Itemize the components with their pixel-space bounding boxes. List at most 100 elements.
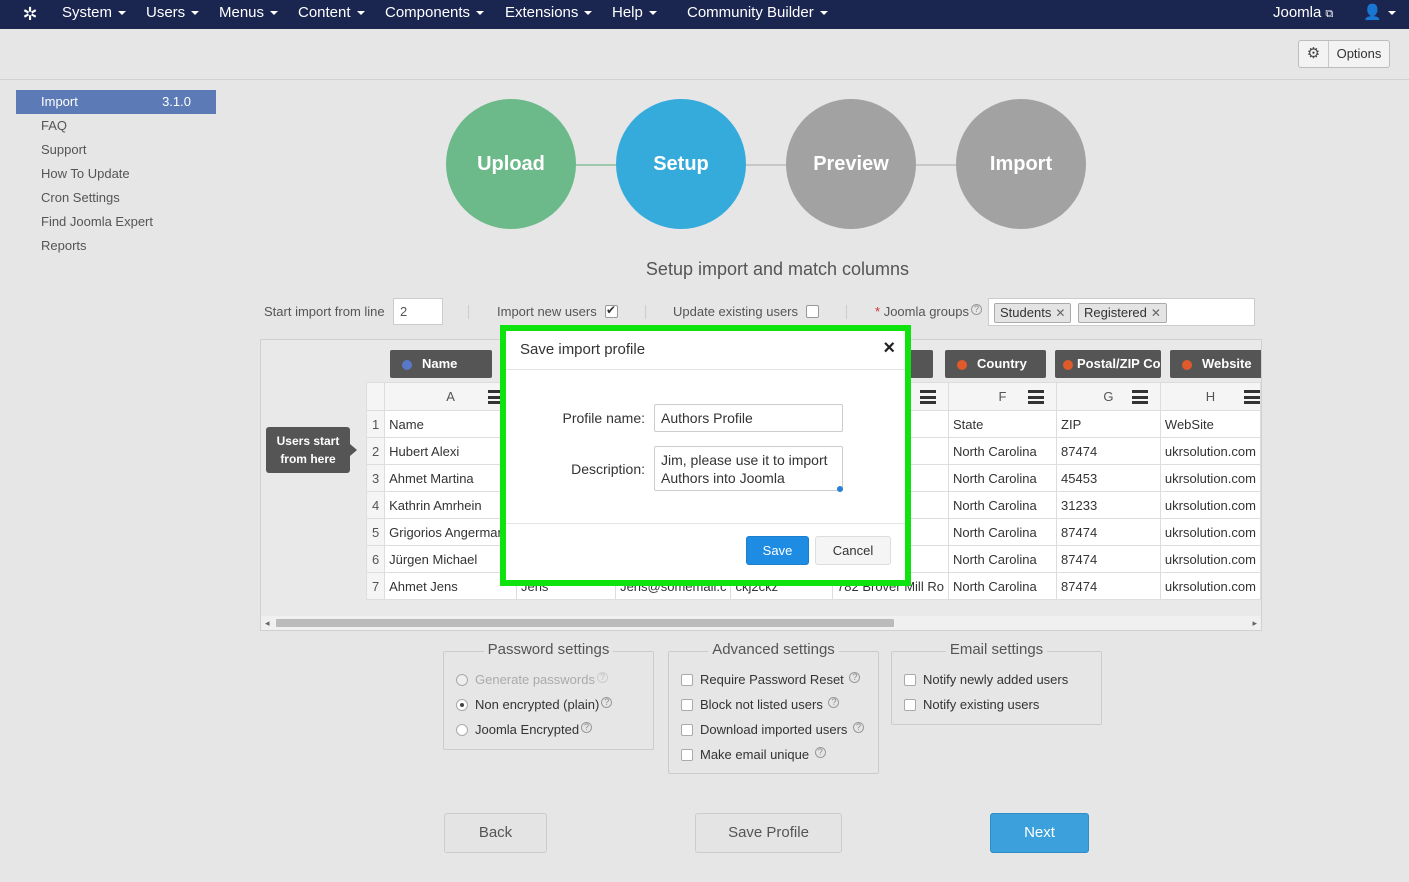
checkbox-notify-new-users[interactable]: Notify newly added users [904,672,1068,687]
checkbox-require-password-reset[interactable]: Require Password Reset ? [681,672,861,687]
modal-cancel-button[interactable]: Cancel [815,536,891,565]
table-cell[interactable]: North Carolina [947,464,1058,492]
table-cell[interactable]: North Carolina [947,491,1058,519]
table-cell[interactable]: 87474 [1056,518,1161,546]
column-mapping-country[interactable]: Country [945,350,1046,378]
column-mapping-website[interactable]: Website [1170,350,1261,378]
user-menu[interactable]: 👤 [1363,0,1396,29]
radio-generate-passwords[interactable]: Generate passwords? [456,672,608,687]
checkbox-block-not-listed[interactable]: Block not listed users ? [681,697,840,712]
help-icon[interactable]: ? [601,697,613,708]
table-cell[interactable]: Name [384,410,517,438]
step-setup[interactable]: Setup [616,99,746,229]
checkbox-download-imported[interactable]: Download imported users ? [681,722,865,737]
column-mapping-postal[interactable]: Postal/ZIP Co [1055,350,1161,378]
sidebar-item-how-to-update[interactable]: How To Update [16,162,216,186]
update-existing-users-checkbox[interactable] [806,305,819,318]
close-icon[interactable]: × [883,338,895,358]
scroll-left-icon[interactable]: ◂ [265,618,270,629]
help-icon[interactable]: ? [581,722,593,733]
table-cell[interactable]: State [947,410,1058,438]
description-textarea[interactable]: Jim, please use it to import Authors int… [654,446,843,491]
sidebar-item-find-joomla-expert[interactable]: Find Joomla Expert [16,210,216,234]
menu-community-builder[interactable]: Community Builder [687,0,828,29]
column-menu-icon[interactable] [1028,390,1045,404]
joomla-logo-icon[interactable]: ✲ [20,4,40,24]
table-cell[interactable]: North Carolina [947,545,1058,573]
table-cell[interactable]: 45453 [1056,464,1161,492]
table-cell[interactable]: 87474 [1056,545,1161,573]
start-line-input[interactable] [393,298,443,325]
checkbox-notify-existing-users[interactable]: Notify existing users [904,697,1039,712]
radio-joomla-encrypted[interactable]: Joomla Encrypted? [456,722,593,737]
joomla-groups-select[interactable]: Students ✕ Registered ✕ [988,298,1255,326]
horizontal-scrollbar[interactable]: ◂ ▸ [261,616,1261,630]
user-icon: 👤 [1363,4,1382,21]
help-icon[interactable]: ? [970,304,982,315]
scroll-right-icon[interactable]: ▸ [1252,618,1257,629]
save-profile-button[interactable]: Save Profile [695,813,842,853]
help-icon[interactable]: ? [853,722,865,733]
help-icon[interactable]: ? [828,697,840,708]
table-cell[interactable]: ukrsolution.com [1159,518,1261,546]
profile-name-input[interactable] [654,404,843,432]
step-upload[interactable]: Upload [446,99,576,229]
table-cell[interactable]: Grigorios Angermann [384,518,517,546]
remove-tag-icon[interactable]: ✕ [1151,306,1161,320]
sidebar-item-reports[interactable]: Reports [16,234,216,258]
table-cell[interactable]: 87474 [1056,572,1161,600]
table-cell[interactable]: North Carolina [947,518,1058,546]
site-link[interactable]: Joomla ⧉ [1273,0,1333,29]
options-button[interactable]: ⚙ Options [1298,40,1390,68]
table-cell[interactable]: Ahmet Martina [384,464,517,492]
sidebar-item-faq[interactable]: FAQ [16,114,216,138]
description-label: Description: [571,461,645,477]
menu-content[interactable]: Content [298,0,365,29]
remove-tag-icon[interactable]: ✕ [1055,306,1065,320]
import-new-users-checkbox[interactable] [605,303,618,318]
table-cell[interactable]: ZIP [1056,410,1161,438]
column-menu-icon[interactable] [1244,390,1260,404]
resize-handle-icon[interactable] [837,486,843,492]
table-cell[interactable]: ukrsolution.com [1159,464,1261,492]
table-cell[interactable]: ukrsolution.com [1159,437,1261,465]
scrollbar-thumb[interactable] [276,619,894,627]
step-import[interactable]: Import [956,99,1086,229]
next-button[interactable]: Next [990,813,1089,853]
column-menu-icon[interactable] [919,390,936,404]
help-icon[interactable]: ? [814,747,826,758]
step-preview[interactable]: Preview [786,99,916,229]
table-cell[interactable]: 31233 [1056,491,1161,519]
menu-help[interactable]: Help [612,0,657,29]
back-button[interactable]: Back [444,813,547,853]
table-cell[interactable]: Jürgen Michael [384,545,517,573]
table-cell[interactable]: Hubert Alexi [384,437,517,465]
menu-system[interactable]: System [62,0,127,29]
table-cell[interactable]: Ahmet Jens [384,572,517,600]
table-cell[interactable]: North Carolina [947,437,1058,465]
radio-non-encrypted[interactable]: Non encrypted (plain)? [456,697,613,712]
table-cell[interactable]: 87474 [1056,437,1161,465]
table-cell[interactable]: ukrsolution.com [1159,491,1261,519]
sidebar-item-support[interactable]: Support [16,138,216,162]
menu-extensions[interactable]: Extensions [505,0,593,29]
column-menu-icon[interactable] [1131,390,1148,404]
sidebar-item-import[interactable]: Import 3.1.0 [16,90,216,114]
mapping-label: Postal/ZIP Co [1077,356,1161,371]
column-mapping-name[interactable]: Name [390,350,492,378]
menu-components[interactable]: Components [385,0,485,29]
checkbox-email-unique[interactable]: Make email unique ? [681,747,826,762]
caret-down-icon [270,11,279,16]
help-icon[interactable]: ? [596,672,608,683]
menu-menus[interactable]: Menus [219,0,279,29]
table-cell[interactable]: ukrsolution.com [1159,572,1261,600]
checkbox-icon [681,699,693,711]
table-cell[interactable]: ukrsolution.com [1159,545,1261,573]
table-cell[interactable]: North Carolina [947,572,1058,600]
help-icon[interactable]: ? [849,672,861,683]
menu-users[interactable]: Users [146,0,200,29]
table-cell[interactable]: WebSite [1159,410,1261,438]
table-cell[interactable]: Kathrin Amrhein [384,491,517,519]
sidebar-item-cron-settings[interactable]: Cron Settings [16,186,216,210]
modal-save-button[interactable]: Save [746,536,809,565]
